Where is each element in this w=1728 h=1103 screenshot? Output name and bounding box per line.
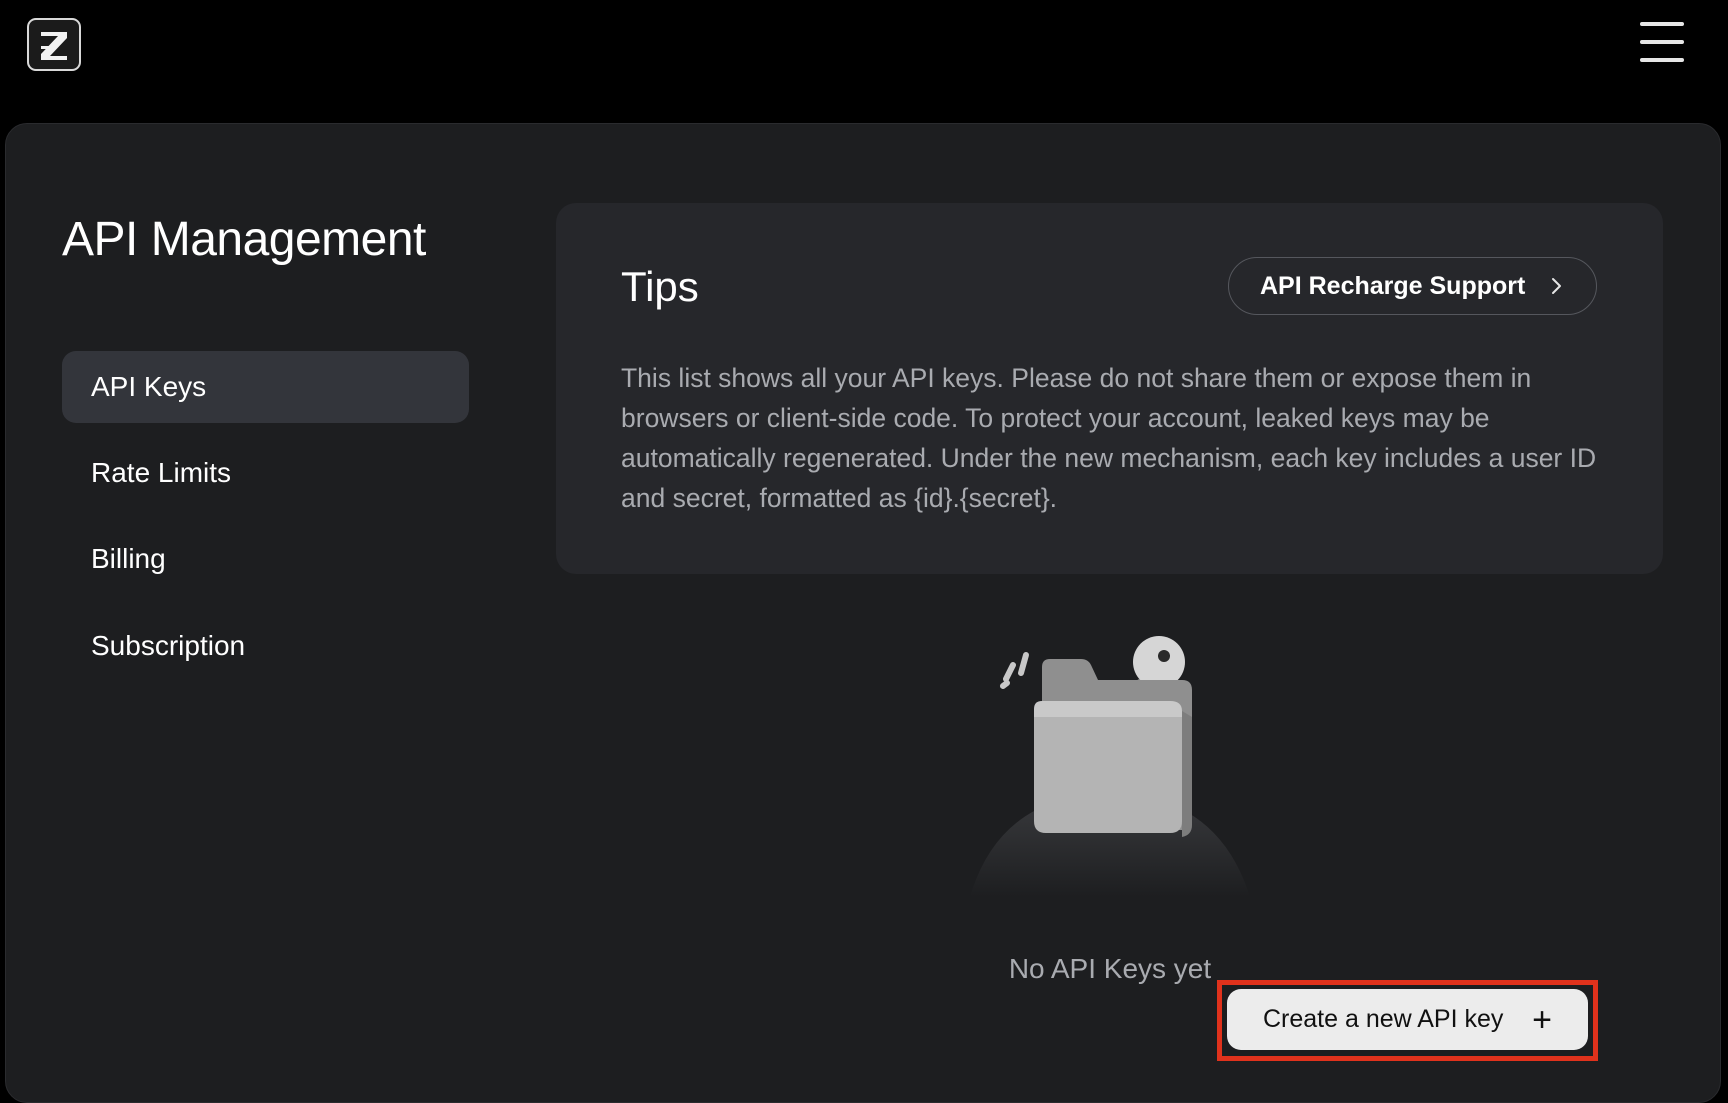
sidebar-item-label: Billing [91, 543, 166, 574]
chevron-right-icon [1552, 278, 1561, 294]
sidebar-item-api-keys[interactable]: API Keys [62, 351, 469, 423]
sidebar-item-label: Subscription [91, 630, 246, 661]
api-recharge-support-label: API Recharge Support [1260, 271, 1526, 300]
empty-state-message: No API Keys yet [1008, 953, 1212, 984]
tips-body: This list shows all your API keys. Pleas… [621, 363, 1597, 513]
tips-card: Tips API Recharge Support This list show… [556, 203, 1663, 574]
create-api-key-button[interactable]: Create a new API key + [1227, 989, 1588, 1050]
sidebar-item-label: Rate Limits [91, 457, 232, 488]
top-bar [0, 0, 1728, 122]
api-recharge-support-button[interactable]: API Recharge Support [1228, 257, 1597, 315]
sidebar-item-rate-limits[interactable]: Rate Limits [62, 437, 469, 509]
folder-key-icon [960, 625, 1260, 915]
page-title: API Management [62, 213, 426, 266]
sidebar-item-billing[interactable]: Billing [62, 523, 469, 595]
create-api-key-label: Create a new API key [1263, 1005, 1504, 1033]
hamburger-menu-icon[interactable] [1638, 20, 1686, 64]
plus-icon: + [1532, 1000, 1552, 1039]
sidebar-item-label: API Keys [91, 371, 207, 402]
z-logo-icon[interactable] [27, 18, 81, 71]
sidebar-item-subscription[interactable]: Subscription [62, 610, 469, 682]
tips-title: Tips [621, 263, 699, 310]
